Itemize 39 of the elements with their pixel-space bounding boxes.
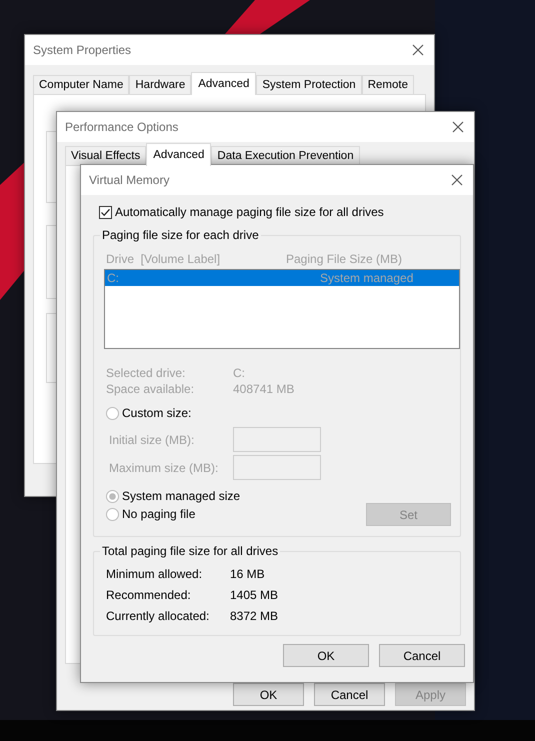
group-title: Total paging file size for all drives [100,544,280,559]
window-title: System Properties [33,42,132,59]
close-icon[interactable] [452,121,464,133]
value: C: [233,365,245,381]
tab[interactable]: System Protection [256,75,362,94]
tab[interactable]: Remote [362,75,414,94]
window-title: Performance Options [65,119,178,136]
close-icon[interactable] [412,44,424,56]
button[interactable]: OK [233,683,304,706]
label: Currently allocated: [106,608,210,625]
column-header: Paging File Size (MB) [286,252,402,267]
checkbox-label: Automatically manage paging file size for all drives [115,204,384,221]
button[interactable]: OK [283,644,369,667]
field-label: Maximum size (MB): [109,460,220,476]
window-title: Virtual Memory [89,172,170,189]
checkbox[interactable] [99,206,112,218]
radio-label: System managed size [122,488,240,505]
tab[interactable]: Computer Name [33,75,130,94]
field-label: Initial size (MB): [109,432,196,448]
tab[interactable]: Advanced [191,72,256,95]
label: Space available: [106,381,196,397]
column-header: Drive [Volume Label] [106,252,222,267]
tab[interactable]: Advanced [146,143,212,166]
value: 8372 MB [230,608,278,625]
value: 16 MB [230,566,265,583]
label: Minimum allowed: [106,566,204,583]
tab[interactable]: Visual Effects [65,146,146,165]
radio-label: No paging file [122,506,196,523]
close-icon[interactable] [451,174,463,186]
button[interactable]: Cancel [379,644,465,667]
radio-label: Custom size: [122,405,192,422]
button[interactable]: Cancel [314,683,385,706]
group-title: Paging file size for each drive [100,228,261,243]
value: 1405 MB [230,587,278,604]
label: Selected drive: [106,365,186,381]
tab[interactable]: Hardware [129,75,192,94]
tab[interactable]: Data Execution Prevention [211,146,360,165]
value: 408741 MB [233,381,294,397]
label: Recommended: [106,587,192,604]
